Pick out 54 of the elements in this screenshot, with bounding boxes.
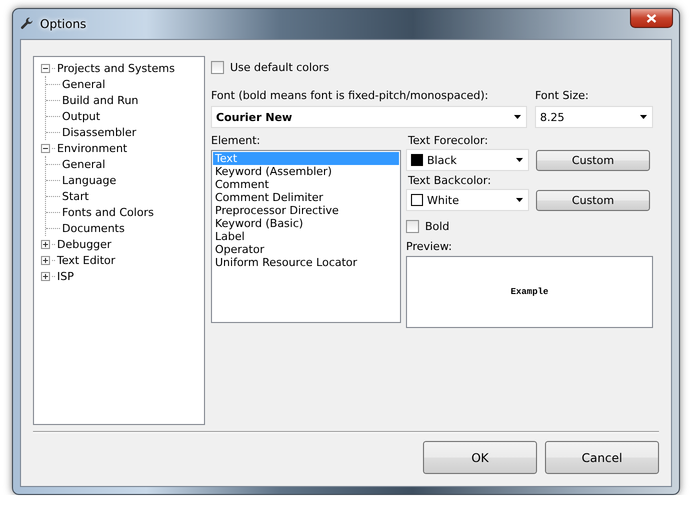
list-item[interactable]: Keyword (Basic) xyxy=(213,217,399,230)
caret-icon xyxy=(515,158,524,162)
expand-icon[interactable] xyxy=(41,272,50,280)
list-item[interactable]: Keyword (Assembler) xyxy=(213,165,399,178)
caret-icon xyxy=(513,114,522,120)
tree-item[interactable]: Build and Run xyxy=(62,94,138,106)
checkbox-label: Bold xyxy=(425,220,450,232)
tree-item[interactable]: Disassembler xyxy=(62,126,136,138)
tree-item[interactable]: General xyxy=(62,158,106,170)
window-title: Options xyxy=(40,17,86,31)
color-dropdown[interactable]: Black xyxy=(406,149,529,171)
tree-item[interactable]: Start xyxy=(62,190,89,202)
tree-item[interactable]: Environment xyxy=(57,142,128,154)
color-label: Text Forecolor: xyxy=(407,134,490,147)
tree-item[interactable]: ISP xyxy=(57,270,74,282)
collapse-icon[interactable] xyxy=(41,144,50,152)
font-size-label: Font Size: xyxy=(535,89,590,102)
custom-button[interactable]: Custom xyxy=(536,190,650,210)
list-item[interactable]: Label xyxy=(213,230,399,243)
expand-icon[interactable] xyxy=(41,240,50,248)
close-button[interactable] xyxy=(630,9,673,28)
close-icon xyxy=(646,14,657,22)
tree-item[interactable]: Documents xyxy=(62,222,125,234)
list-item[interactable]: Comment xyxy=(213,178,399,191)
preview-sample: Example xyxy=(510,287,548,297)
list-item[interactable]: Comment Delimiter xyxy=(213,191,399,204)
caret-icon xyxy=(515,198,524,202)
wrench-icon xyxy=(20,17,34,31)
element-label: Element: xyxy=(211,134,262,147)
font-label: Font (bold means font is fixed-pitch/monospaced): xyxy=(211,89,490,102)
color-dropdown[interactable]: White xyxy=(406,189,529,211)
preview-label: Preview: xyxy=(406,240,453,253)
expand-icon[interactable] xyxy=(41,256,50,264)
list-item[interactable]: Uniform Resource Locator xyxy=(213,256,399,269)
ok-button[interactable]: OK xyxy=(423,441,537,474)
cancel-button[interactable]: Cancel xyxy=(545,441,659,474)
tree-item[interactable]: Text Editor xyxy=(57,254,116,266)
tree-item[interactable]: General xyxy=(62,78,106,90)
checkbox[interactable] xyxy=(211,60,224,74)
list-item[interactable]: Preprocessor Directive xyxy=(213,204,399,217)
tree-item[interactable]: Debugger xyxy=(57,238,112,250)
list-item[interactable]: Operator xyxy=(213,243,399,256)
color-label: Text Backcolor: xyxy=(407,174,492,187)
collapse-icon[interactable] xyxy=(41,64,50,72)
custom-button[interactable]: Custom xyxy=(536,150,650,170)
tree-item[interactable]: Fonts and Colors xyxy=(62,206,154,218)
tree-item[interactable]: Projects and Systems xyxy=(57,62,175,74)
font-size-dropdown[interactable]: 8.25 xyxy=(535,106,653,128)
tree-item[interactable]: Output xyxy=(62,110,100,122)
font-dropdown[interactable]: Courier New xyxy=(211,106,527,128)
tree-item[interactable]: Language xyxy=(62,174,116,186)
checkbox-label: Use default colors xyxy=(230,60,330,74)
caret-icon xyxy=(639,114,648,120)
checkbox[interactable] xyxy=(406,220,419,232)
